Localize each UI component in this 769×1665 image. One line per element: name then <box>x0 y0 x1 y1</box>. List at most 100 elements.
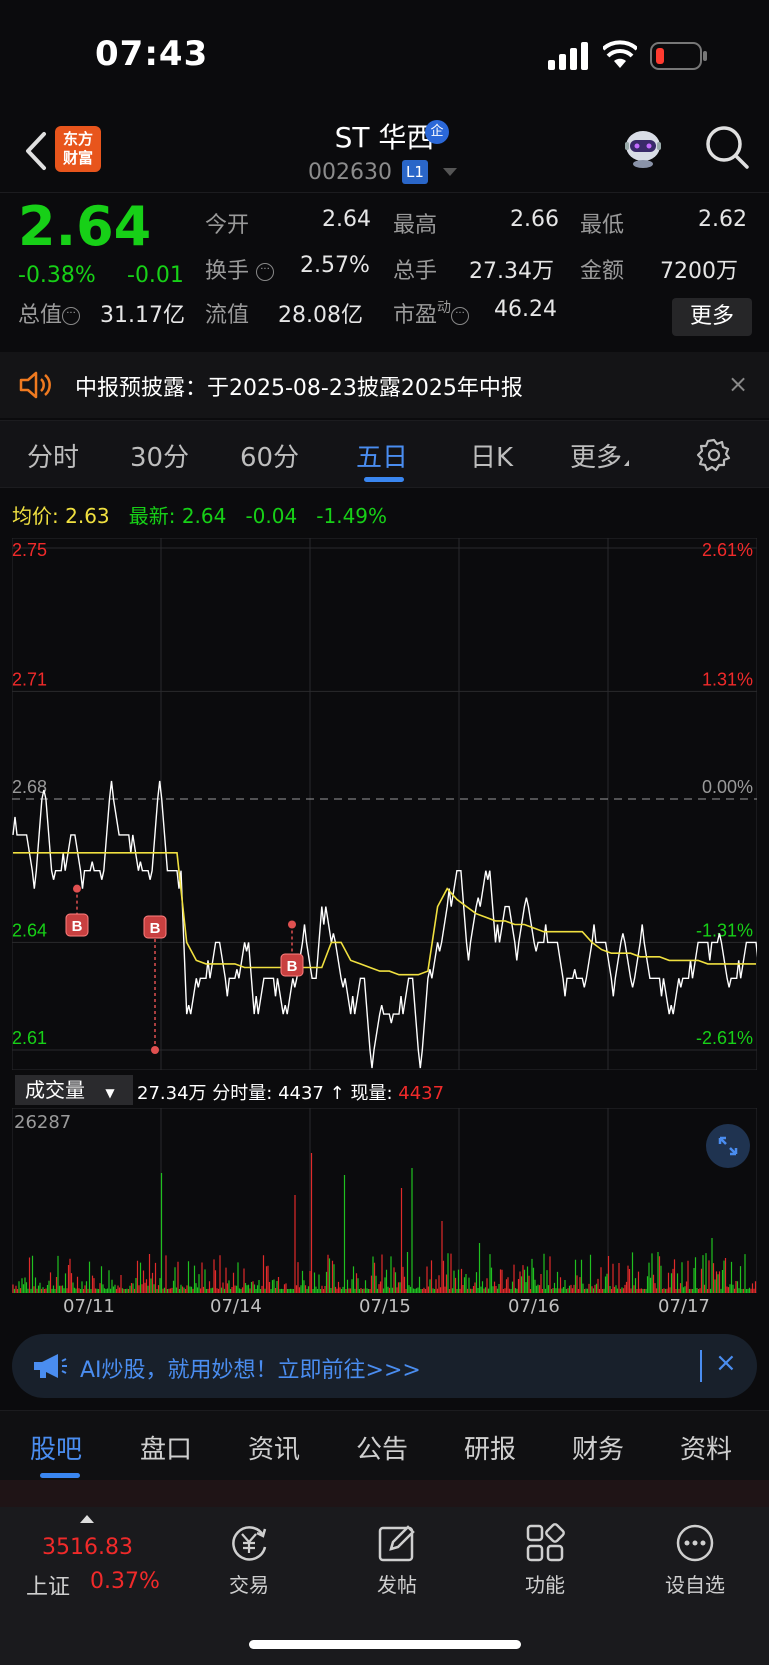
volume-max-label: 26287 <box>14 1112 72 1133</box>
quote-panel: 2.64 -0.38% -0.01 今开 2.64 最高 2.66 最低 2.6… <box>0 192 769 350</box>
price-info-line: 均价: 2.63 最新: 2.64 -0.04 -1.49% <box>12 504 388 528</box>
tab-forum[interactable]: 股吧 <box>30 1429 82 1466</box>
close-icon[interactable]: × <box>715 1348 737 1378</box>
ai-banner-text: AI炒股，就用妙想！立即前往>>> <box>80 1358 421 1383</box>
latest-price: 2.64 <box>181 504 227 528</box>
info-icon[interactable]: ··· <box>256 263 275 281</box>
ai-banner[interactable]: AI炒股，就用妙想！立即前往>>> × <box>12 1334 757 1398</box>
grid-icon <box>526 1523 565 1562</box>
close-icon[interactable]: × <box>728 370 748 398</box>
chevron-up-icon[interactable] <box>80 1515 94 1523</box>
megaphone-icon <box>34 1354 67 1378</box>
indicator-select[interactable]: 成交量 ▼ <box>15 1075 133 1105</box>
buy-marker-dot <box>151 1046 159 1054</box>
y-tick-label-percent: -2.61% <box>696 1028 753 1048</box>
chevron-down-icon[interactable] <box>443 168 457 176</box>
latest-change: -0.04 <box>245 504 298 528</box>
open-value: 2.64 <box>322 207 371 232</box>
tab-60min[interactable]: 60分 <box>240 437 299 474</box>
dock-post[interactable]: 发帖 <box>342 1517 452 1598</box>
low-label: 最低 <box>580 213 625 238</box>
tab-announcements[interactable]: 公告 <box>356 1429 408 1466</box>
expand-icon <box>718 1136 738 1156</box>
home-indicator[interactable] <box>249 1640 521 1649</box>
index-change[interactable]: 0.37% <box>90 1569 160 1594</box>
float-cap-label: 流值 <box>205 303 250 328</box>
speaker-icon <box>19 371 51 399</box>
tab-indicator <box>364 477 404 482</box>
buy-marker-dot <box>288 920 296 929</box>
info-icon[interactable]: ··· <box>62 307 81 325</box>
y-tick-label: 2.75 <box>12 540 47 560</box>
date-label: 07/16 <box>508 1296 560 1317</box>
volume-info: 27.34万 分时量: 4437 ↑ 现量: 4437 <box>137 1083 445 1104</box>
amount-label: 金额 <box>580 259 625 284</box>
expand-button[interactable] <box>706 1124 750 1168</box>
tab-30min[interactable]: 30分 <box>130 437 189 474</box>
y-tick-label-percent: 0.00% <box>702 777 753 797</box>
open-label: 今开 <box>205 213 250 238</box>
date-label: 07/14 <box>210 1296 262 1317</box>
date-label: 07/11 <box>63 1296 115 1317</box>
dropdown-icon <box>624 460 630 466</box>
tab-intraday[interactable]: 分时 <box>27 437 79 474</box>
search-icon[interactable] <box>704 124 750 170</box>
high-value: 2.66 <box>510 207 559 232</box>
tab-daily-k[interactable]: 日K <box>470 437 513 474</box>
last-price: 2.64 <box>18 195 152 258</box>
y-tick-label: 2.64 <box>12 920 47 940</box>
edit-icon <box>378 1525 415 1562</box>
y-tick-label: 2.68 <box>12 777 47 797</box>
content-peek <box>0 1480 769 1510</box>
float-cap-value: 28.08亿 <box>278 303 363 328</box>
index-value[interactable]: 3516.83 <box>42 1535 133 1560</box>
level-badge[interactable]: L1 <box>402 160 428 184</box>
change-percent: -0.38% <box>18 263 96 288</box>
five-day-price-chart[interactable]: 2.75 2.61% 2.71 1.31% 2.68 0.00% 2.64 -1.31% 2.6… <box>12 538 757 1070</box>
info-icon[interactable]: ··· <box>451 307 470 325</box>
section-tabs: 股吧 盘口 资讯 公告 研报 财务 资料 <box>0 1410 769 1480</box>
date-label: 07/15 <box>359 1296 411 1317</box>
battery-icon <box>650 42 707 70</box>
low-value: 2.62 <box>698 207 747 232</box>
tab-five-day[interactable]: 五日 <box>356 437 408 474</box>
dock-trade[interactable]: 交易 <box>194 1517 304 1598</box>
pe-label: 市盈动 ··· <box>393 297 470 329</box>
y-tick-label-percent: 1.31% <box>702 669 753 689</box>
enterprise-badge: 企 <box>425 120 449 144</box>
y-tick-label-percent: 2.61% <box>702 540 753 560</box>
turnover-label: 换手 ··· <box>205 253 275 285</box>
y-tick-label-percent: -1.31% <box>696 920 753 940</box>
notice-text: 中报预披露：于2025-08-23披露2025年中报 <box>75 376 523 401</box>
dock-watchlist[interactable]: 设自选 <box>640 1517 750 1598</box>
pe-value: 46.24 <box>494 297 557 322</box>
divider <box>700 1350 702 1382</box>
more-button[interactable]: 更多 <box>672 298 752 336</box>
status-time: 07:43 <box>95 34 209 74</box>
tab-order-book[interactable]: 盘口 <box>140 1429 192 1466</box>
robot-assistant-icon[interactable] <box>620 124 666 170</box>
tab-profile[interactable]: 资料 <box>680 1429 732 1466</box>
turnover-value: 2.57% <box>300 253 370 278</box>
volume-value: 27.34万 <box>469 259 554 284</box>
yuan-exchange-icon <box>232 1526 267 1561</box>
tab-financials[interactable]: 财务 <box>572 1429 624 1466</box>
market-cap-label: 总值 ··· <box>18 297 81 329</box>
buy-marker-label: B <box>72 918 83 935</box>
stock-header: 东方 财富 ST 华西 企 002630 L1 <box>0 110 769 190</box>
buy-marker-label: B <box>150 920 161 937</box>
volume-label: 总手 <box>393 259 438 284</box>
gear-icon[interactable] <box>696 437 732 473</box>
index-name[interactable]: 上证 <box>26 1569 70 1601</box>
tab-more[interactable]: 更多 <box>570 437 630 474</box>
dock-functions[interactable]: 功能 <box>490 1517 600 1598</box>
volume-chart[interactable] <box>12 1108 757 1293</box>
tab-news[interactable]: 资讯 <box>248 1429 300 1466</box>
report-notice[interactable]: 中报预披露：于2025-08-23披露2025年中报 × <box>0 352 769 418</box>
signal-icon <box>548 42 588 70</box>
stock-code: 002630 <box>308 160 392 185</box>
period-tabs: 分时 30分 60分 五日 日K 更多 <box>0 420 769 488</box>
tab-research[interactable]: 研报 <box>464 1429 516 1466</box>
avg-price: 2.63 <box>65 504 110 528</box>
status-bar: 07:43 <box>0 0 769 110</box>
